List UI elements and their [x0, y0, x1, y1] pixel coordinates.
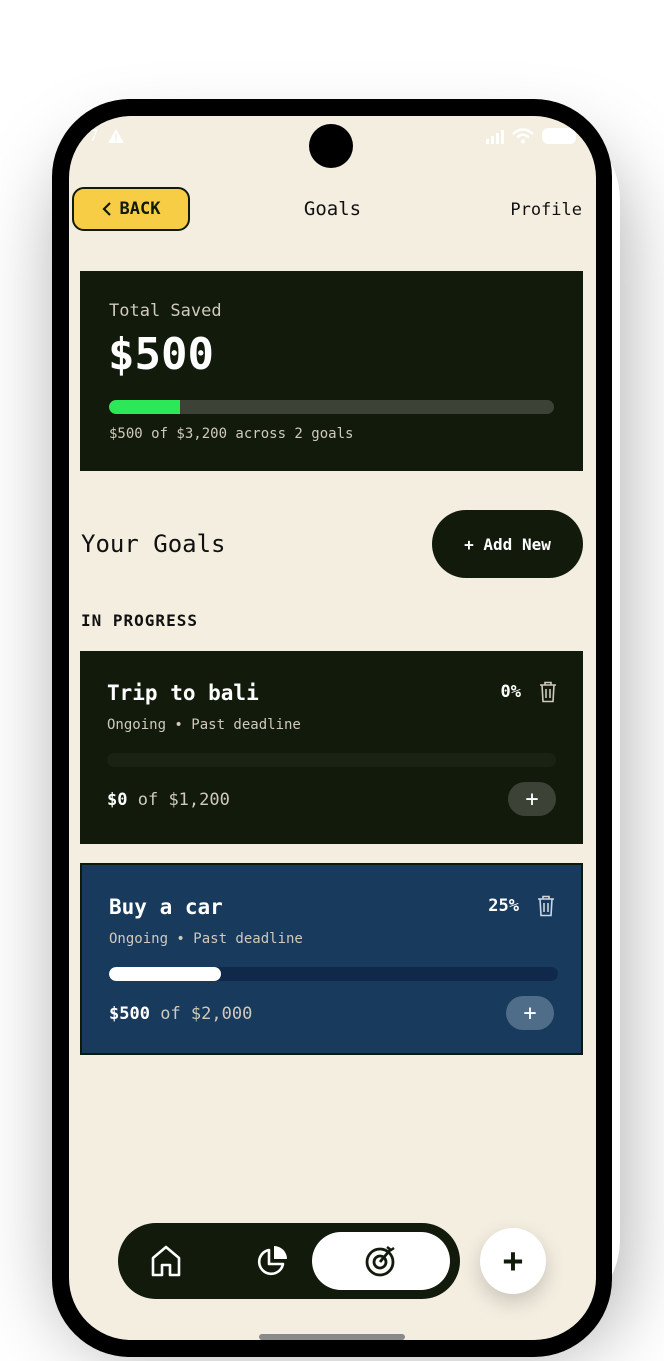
goal-target-amount: of $2,000 [160, 1004, 253, 1024]
goal-progress-fill [109, 967, 222, 981]
in-progress-label: IN PROGRESS [81, 611, 198, 630]
add-funds-button[interactable]: + [506, 996, 554, 1030]
goal-percent: 0% [500, 682, 521, 702]
wifi-icon [512, 128, 534, 144]
camera-cutout [309, 124, 353, 168]
goal-progress-bar [107, 753, 556, 767]
goal-progress-bar [109, 967, 558, 981]
app-screen: 7 BACK Goals Profile Total Saved $500 $5… [69, 116, 596, 1340]
warning-icon [107, 128, 124, 143]
nav-home[interactable] [138, 1223, 194, 1299]
goal-percent: 25% [488, 896, 519, 916]
trash-icon[interactable] [539, 681, 557, 703]
goal-status: Ongoing • Past deadline [107, 717, 301, 733]
nav-goals[interactable] [312, 1232, 450, 1290]
goal-amount: $500 of $2,000 [109, 1004, 252, 1024]
trash-icon[interactable] [537, 895, 555, 917]
goal-name: Buy a car [109, 895, 223, 919]
total-saved-subtitle: $500 of $3,200 across 2 goals [109, 426, 354, 442]
total-saved-amount: $500 [108, 329, 214, 380]
goal-card[interactable]: Buy a car Ongoing • Past deadline 25% $5… [80, 863, 583, 1055]
goal-target-icon [365, 1246, 395, 1277]
add-new-goal-button[interactable]: + Add New [432, 510, 583, 578]
goal-name: Trip to bali [107, 681, 259, 705]
bottom-nav [118, 1223, 460, 1299]
goal-status: Ongoing • Past deadline [109, 931, 303, 947]
quick-add-button[interactable]: + [480, 1228, 546, 1294]
signal-icon [486, 128, 504, 144]
home-indicator [259, 1334, 405, 1340]
battery-icon [542, 128, 576, 144]
profile-link[interactable]: Profile [510, 200, 582, 220]
status-time: 7 [89, 126, 99, 145]
goal-amount: $0 of $1,200 [107, 790, 230, 810]
nav-stats[interactable] [244, 1223, 300, 1299]
goals-section-title: Your Goals [81, 530, 226, 558]
total-saved-label: Total Saved [109, 301, 222, 321]
goal-saved-amount: $500 [109, 1004, 150, 1024]
add-funds-button[interactable]: + [508, 782, 556, 816]
pie-chart-icon [257, 1246, 287, 1276]
goal-target-amount: of $1,200 [137, 790, 230, 810]
total-saved-card: Total Saved $500 $500 of $3,200 across 2… [80, 271, 583, 471]
status-bar-left: 7 [89, 126, 125, 145]
status-bar-right [486, 128, 576, 144]
goal-card[interactable]: Trip to bali Ongoing • Past deadline 0% … [80, 651, 583, 844]
total-progress-bar [109, 400, 554, 414]
total-progress-fill [109, 400, 181, 414]
goal-saved-amount: $0 [107, 790, 128, 810]
home-icon [151, 1245, 181, 1277]
